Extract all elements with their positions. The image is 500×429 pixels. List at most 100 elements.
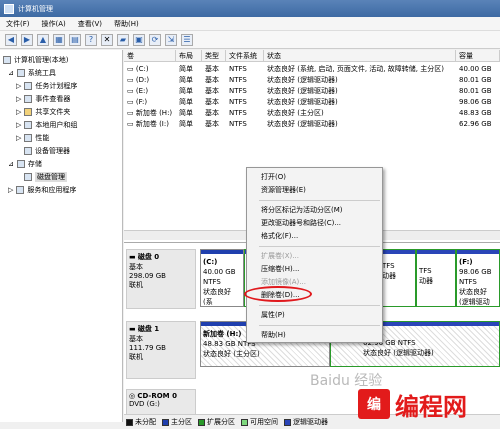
table-cell[interactable]: 98.06 GB: [456, 97, 500, 107]
table-cell[interactable]: 基本: [202, 75, 226, 85]
expand-icon[interactable]: ▷: [8, 186, 13, 194]
expand-icon[interactable]: ▷: [16, 95, 21, 103]
table-cell[interactable]: 80.01 GB: [456, 75, 500, 85]
table-cell[interactable]: 简单: [176, 108, 202, 118]
table-cell[interactable]: 状态良好 (系统, 启动, 页面文件, 活动, 故障转储, 主分区): [264, 64, 456, 74]
services-icon: [16, 185, 25, 194]
table-cell[interactable]: 状态良好 (逻辑驱动器): [264, 86, 456, 96]
table-cell[interactable]: ▭ (E:): [124, 86, 176, 96]
table-cell[interactable]: 简单: [176, 86, 202, 96]
expand-icon[interactable]: ▷: [16, 108, 21, 116]
context-menu-item[interactable]: 格式化(F)...: [247, 230, 382, 243]
volume-name: (E:): [135, 87, 149, 95]
disk-0-label[interactable]: ▬ 磁盘 0 基本 298.09 GB 联机: [126, 249, 196, 309]
computer-icon: [3, 55, 11, 64]
expand-icon[interactable]: ▷: [16, 134, 21, 142]
table-cell[interactable]: NTFS: [226, 119, 264, 129]
tree-node-task-scheduler[interactable]: ▷ 任务计划程序: [16, 80, 77, 91]
tree-node-event-viewer[interactable]: ▷ 事件查看器: [16, 93, 70, 104]
menu-view[interactable]: 查看(V): [78, 19, 102, 29]
context-menu-item[interactable]: 更改驱动器号和路径(C)...: [247, 217, 382, 230]
disk-1-status: 联机: [129, 353, 143, 361]
volume-name: (C:): [135, 65, 149, 73]
partition-d-visible[interactable]: TFS 动器: [380, 255, 416, 305]
table-cell[interactable]: 基本: [202, 64, 226, 74]
column-header-capacity[interactable]: 容量: [456, 50, 500, 62]
tree-node-system-tools[interactable]: ⊿ 系统工具: [8, 67, 56, 78]
table-cell[interactable]: 状态良好 (逻辑驱动器): [264, 119, 456, 129]
context-menu-item[interactable]: 帮助(H): [247, 329, 382, 342]
column-header-volume[interactable]: 卷: [124, 50, 176, 62]
column-header-status[interactable]: 状态: [264, 50, 456, 62]
table-cell[interactable]: 简单: [176, 97, 202, 107]
table-cell[interactable]: 62.96 GB: [456, 119, 500, 129]
forward-icon[interactable]: ▶: [21, 33, 33, 46]
export-icon[interactable]: ⇲: [165, 33, 177, 46]
back-icon[interactable]: ◀: [5, 33, 17, 46]
partition-c[interactable]: (C:) 40.00 GB NTFS 状态良好 (系: [200, 249, 244, 307]
context-menu-item[interactable]: 打开(O): [247, 171, 382, 184]
delete-icon[interactable]: ✕: [101, 33, 113, 46]
context-menu-item[interactable]: 压缩卷(H)...: [247, 263, 382, 276]
column-header-layout[interactable]: 布局: [176, 50, 202, 62]
refresh-icon[interactable]: ⟳: [149, 33, 161, 46]
table-cell[interactable]: ▭ (C:): [124, 64, 176, 74]
context-menu-item[interactable]: 资源管理器(E): [247, 184, 382, 197]
table-cell[interactable]: 简单: [176, 64, 202, 74]
legend-label: 扩展分区: [207, 418, 235, 426]
tree-node-disk-management[interactable]: 磁盘管理: [24, 171, 67, 182]
column-header-filesystem[interactable]: 文件系统: [226, 50, 264, 62]
menu-file[interactable]: 文件(F): [6, 19, 30, 29]
disk-1-label[interactable]: ▬ 磁盘 1 基本 111.79 GB 联机: [126, 321, 196, 379]
tree-node-performance[interactable]: ▷ 性能: [16, 132, 49, 143]
console-tree-icon[interactable]: ▦: [53, 33, 65, 46]
tree-node-local-users[interactable]: ▷ 本地用户和组: [16, 119, 77, 130]
tree-node-root[interactable]: 计算机管理(本地): [3, 54, 68, 65]
collapse-icon[interactable]: ⊿: [8, 69, 14, 77]
table-cell[interactable]: 状态良好 (逻辑驱动器): [264, 97, 456, 107]
context-menu-item[interactable]: 属性(P): [247, 309, 382, 322]
table-cell[interactable]: 80.01 GB: [456, 86, 500, 96]
properties2-icon[interactable]: ☰: [181, 33, 193, 46]
table-cell[interactable]: 40.00 GB: [456, 64, 500, 74]
collapse-icon[interactable]: ⊿: [8, 160, 14, 168]
context-menu: 打开(O) 资源管理器(E) 将分区标记为活动分区(M) 更改驱动器号和路径(C)..…: [246, 167, 383, 343]
table-cell[interactable]: 状态良好 (逻辑驱动器): [264, 75, 456, 85]
partition-f[interactable]: (F:) 98.06 GB NTFS 状态良好 (逻辑驱动: [456, 249, 500, 307]
table-cell[interactable]: 基本: [202, 119, 226, 129]
cdrom-0-label[interactable]: ◎ CD-ROM 0 DVD (G:): [126, 389, 196, 415]
table-cell[interactable]: ▭ (D:): [124, 75, 176, 85]
tree-node-shared-folders[interactable]: ▷ 共享文件夹: [16, 106, 70, 117]
context-menu-item[interactable]: 将分区标记为活动分区(M): [247, 204, 382, 217]
table-cell[interactable]: NTFS: [226, 108, 264, 118]
expand-icon[interactable]: ▷: [16, 82, 21, 90]
help-icon[interactable]: ?: [85, 33, 97, 46]
up-folder-icon[interactable]: ▲: [37, 33, 49, 46]
expand-icon[interactable]: ▷: [16, 121, 21, 129]
save-icon[interactable]: ▣: [133, 33, 145, 46]
tree-node-device-manager[interactable]: 设备管理器: [24, 145, 70, 156]
menu-action[interactable]: 操作(A): [42, 19, 66, 29]
properties-icon[interactable]: ▤: [69, 33, 81, 46]
table-cell[interactable]: 简单: [176, 75, 202, 85]
table-cell[interactable]: 基本: [202, 86, 226, 96]
tree-node-storage[interactable]: ⊿ 存储: [8, 158, 42, 169]
legend-label: 逻辑驱动器: [293, 418, 328, 426]
table-cell[interactable]: NTFS: [226, 97, 264, 107]
table-cell[interactable]: ▭ 新加卷 (H:): [124, 108, 176, 118]
table-cell[interactable]: 状态良好 (主分区): [264, 108, 456, 118]
table-cell[interactable]: ▭ 新加卷 (I:): [124, 119, 176, 129]
partition-e[interactable]: TFS 动器: [416, 249, 456, 307]
table-cell[interactable]: NTFS: [226, 64, 264, 74]
table-cell[interactable]: NTFS: [226, 75, 264, 85]
table-cell[interactable]: ▭ (F:): [124, 97, 176, 107]
open-icon[interactable]: ▰: [117, 33, 129, 46]
table-cell[interactable]: 基本: [202, 108, 226, 118]
table-cell[interactable]: 48.83 GB: [456, 108, 500, 118]
column-header-type[interactable]: 类型: [202, 50, 226, 62]
table-cell[interactable]: 基本: [202, 97, 226, 107]
table-cell[interactable]: NTFS: [226, 86, 264, 96]
tree-node-services-apps[interactable]: ▷ 服务和应用程序: [8, 184, 76, 195]
menu-help[interactable]: 帮助(H): [114, 19, 139, 29]
table-cell[interactable]: 简单: [176, 119, 202, 129]
